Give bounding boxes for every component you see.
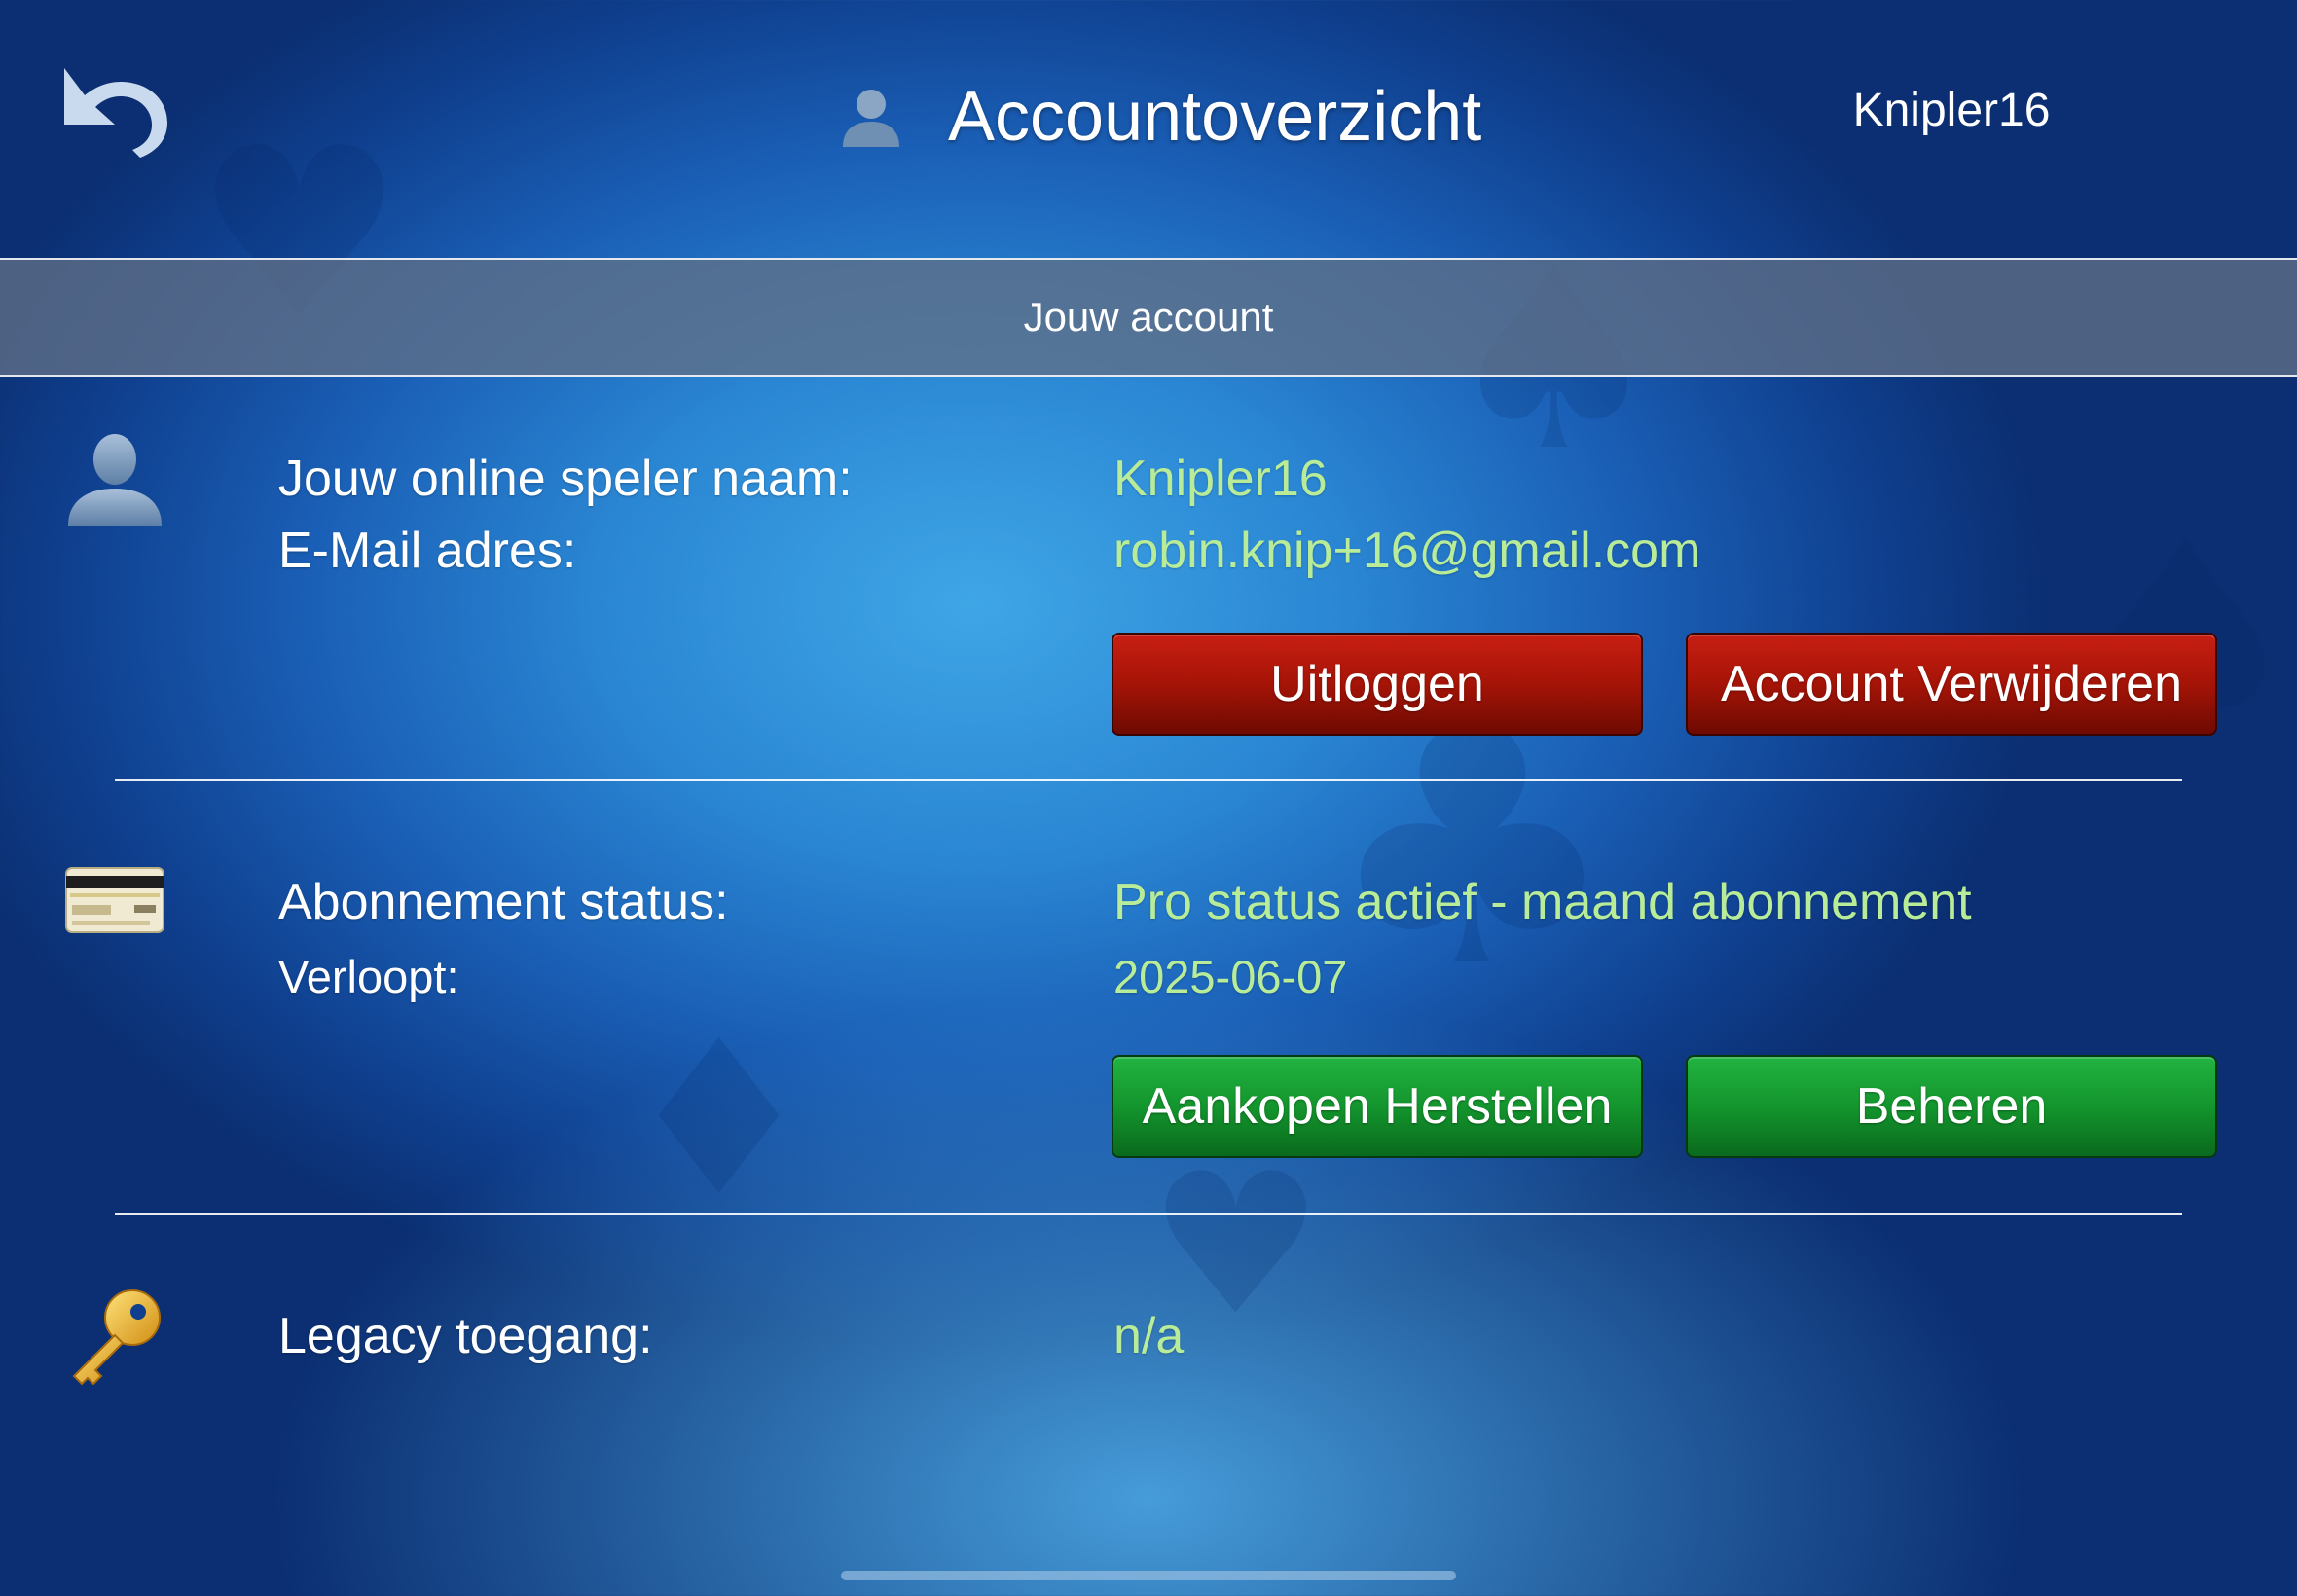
logout-button[interactable]: Uitloggen xyxy=(1112,633,1643,736)
header-username: Knipler16 xyxy=(1852,85,2051,136)
undo-arrow-icon xyxy=(64,68,167,158)
email-label: E-Mail adres: xyxy=(278,523,577,579)
back-button[interactable] xyxy=(58,64,171,158)
section-header: Jouw account xyxy=(0,258,2297,377)
section-title: Jouw account xyxy=(1023,294,1274,340)
decorative-diamond: ♦ xyxy=(623,995,816,1244)
subscription-status-label: Abonnement status: xyxy=(278,874,729,930)
key-icon xyxy=(72,1289,161,1386)
home-indicator[interactable] xyxy=(841,1571,1456,1580)
divider xyxy=(115,779,2182,781)
expires-value: 2025-06-07 xyxy=(1113,951,1348,1002)
delete-account-button[interactable]: Account Verwijderen xyxy=(1686,633,2217,736)
subscription-status-value: Pro status actief - maand abonnement xyxy=(1113,874,1972,930)
legacy-access-value: n/a xyxy=(1113,1308,1185,1364)
manage-button[interactable]: Beheren xyxy=(1686,1055,2217,1158)
player-name-value: Knipler16 xyxy=(1113,451,1328,507)
player-name-label: Jouw online speler naam: xyxy=(278,451,853,507)
divider xyxy=(115,1213,2182,1215)
legacy-access-label: Legacy toegang: xyxy=(278,1308,653,1364)
credit-card-icon xyxy=(65,867,164,933)
email-value: robin.knip+16@gmail.com xyxy=(1113,523,1701,579)
restore-purchases-button[interactable]: Aankopen Herstellen xyxy=(1112,1055,1643,1158)
user-icon xyxy=(68,434,162,526)
user-icon xyxy=(843,90,899,147)
expires-label: Verloopt: xyxy=(278,951,459,1002)
header-title-group: Accountoverzicht xyxy=(837,68,1481,165)
page-title: Accountoverzicht xyxy=(948,78,1482,156)
